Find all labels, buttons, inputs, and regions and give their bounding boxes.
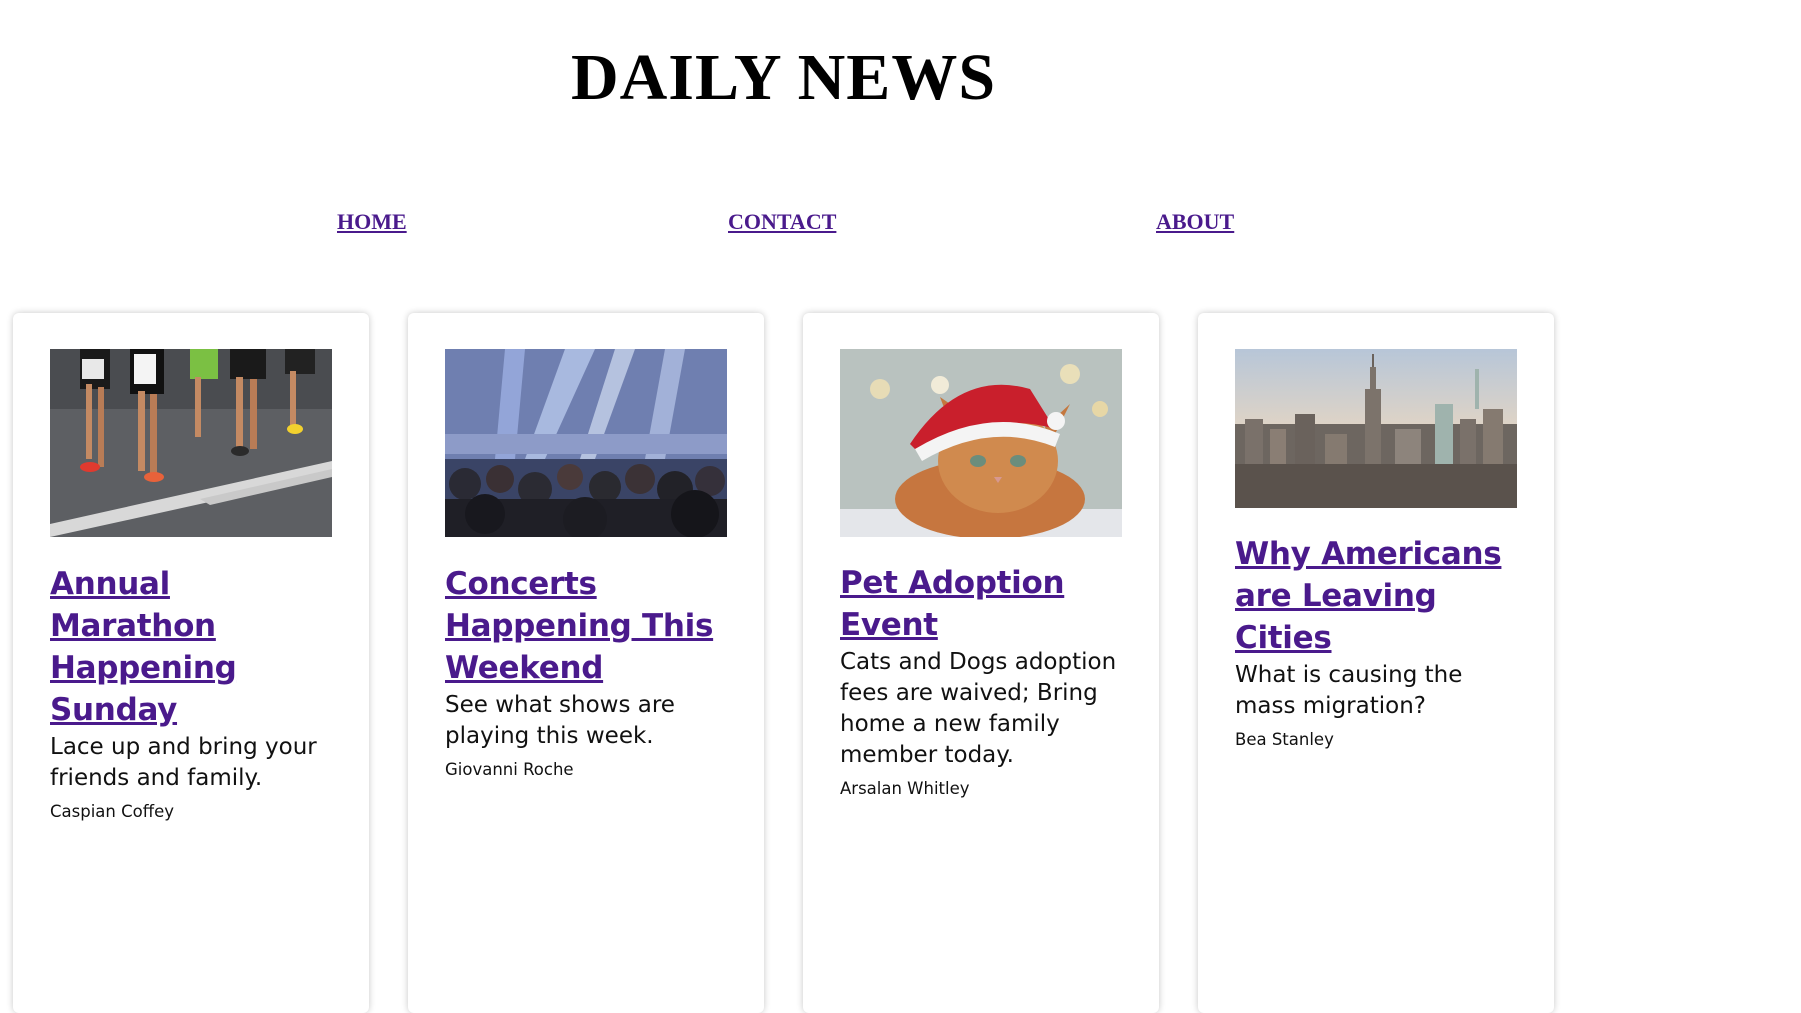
article-summary: Lace up and bring your friends and famil…	[50, 734, 317, 791]
article-summary: Cats and Dogs adoption fees are waived; …	[840, 649, 1117, 768]
city-skyline-photo[interactable]	[1235, 349, 1517, 508]
article-card: Concerts Happening This Weekend See what…	[408, 313, 764, 1013]
article-author: Caspian Coffey	[50, 802, 174, 821]
article-headline-link[interactable]: Concerts Happening This Weekend	[445, 563, 735, 689]
cat-santa-hat-photo[interactable]	[840, 349, 1122, 537]
site-title: DAILY NEWS	[570, 41, 997, 114]
article-card: Why Americans are Leaving Cities What is…	[1198, 313, 1554, 1013]
article-author: Bea Stanley	[1235, 730, 1334, 749]
article-summary: See what shows are playing this week.	[445, 692, 675, 749]
marathon-runners-photo[interactable]	[50, 349, 332, 537]
nav-home-link[interactable]: HOME	[337, 209, 407, 235]
article-headline-link[interactable]: Annual Marathon Happening Sunday	[50, 563, 340, 731]
nav-about-link[interactable]: ABOUT	[1156, 209, 1234, 235]
article-headline-link[interactable]: Why Americans are Leaving Cities	[1235, 533, 1525, 659]
article-author: Arsalan Whitley	[840, 779, 970, 798]
article-author: Giovanni Roche	[445, 760, 574, 779]
article-card: Pet Adoption Event Cats and Dogs adoptio…	[803, 313, 1159, 1013]
article-summary: What is causing the mass migration?	[1235, 662, 1463, 719]
article-card: Annual Marathon Happening Sunday Lace up…	[13, 313, 369, 1013]
article-headline-link[interactable]: Pet Adoption Event	[840, 562, 1130, 646]
nav-contact-link[interactable]: CONTACT	[728, 209, 836, 235]
concert-crowd-photo[interactable]	[445, 349, 727, 537]
